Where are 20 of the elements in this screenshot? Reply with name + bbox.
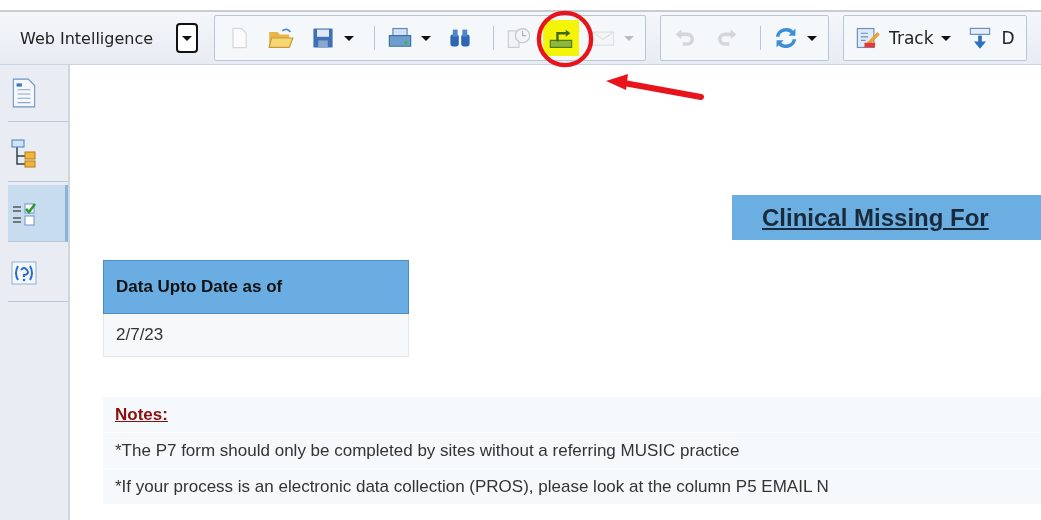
app-menu-dropdown[interactable] [176, 23, 198, 53]
download-button[interactable]: D [962, 20, 1020, 56]
app-menu-label: Web Intelligence [20, 28, 155, 48]
pencil-document-icon [855, 26, 881, 50]
table-cell: 2/7/23 [103, 314, 409, 357]
note-text: *If your process is an electronic data collection (PROS), please look at the column P5 EMAIL N [115, 476, 829, 497]
note-text: *The P7 form should only be completed by sites without a referring MUSIC practice [115, 440, 740, 461]
printer-icon [387, 26, 413, 50]
track-button[interactable]: Track [850, 20, 957, 56]
clock-document-icon [506, 26, 532, 50]
refresh-icon [773, 26, 799, 50]
checklist-tab[interactable] [8, 185, 68, 242]
annotation-circle [535, 10, 595, 68]
folder-icon [268, 26, 294, 50]
publish-button[interactable] [543, 20, 579, 56]
table-header-cell: Data Upto Date as of [103, 260, 409, 314]
report-title: Clinical Missing For [732, 195, 1041, 240]
document-icon [10, 77, 38, 109]
notes-heading: Notes: [115, 404, 168, 425]
tree-structure-icon [10, 137, 38, 169]
